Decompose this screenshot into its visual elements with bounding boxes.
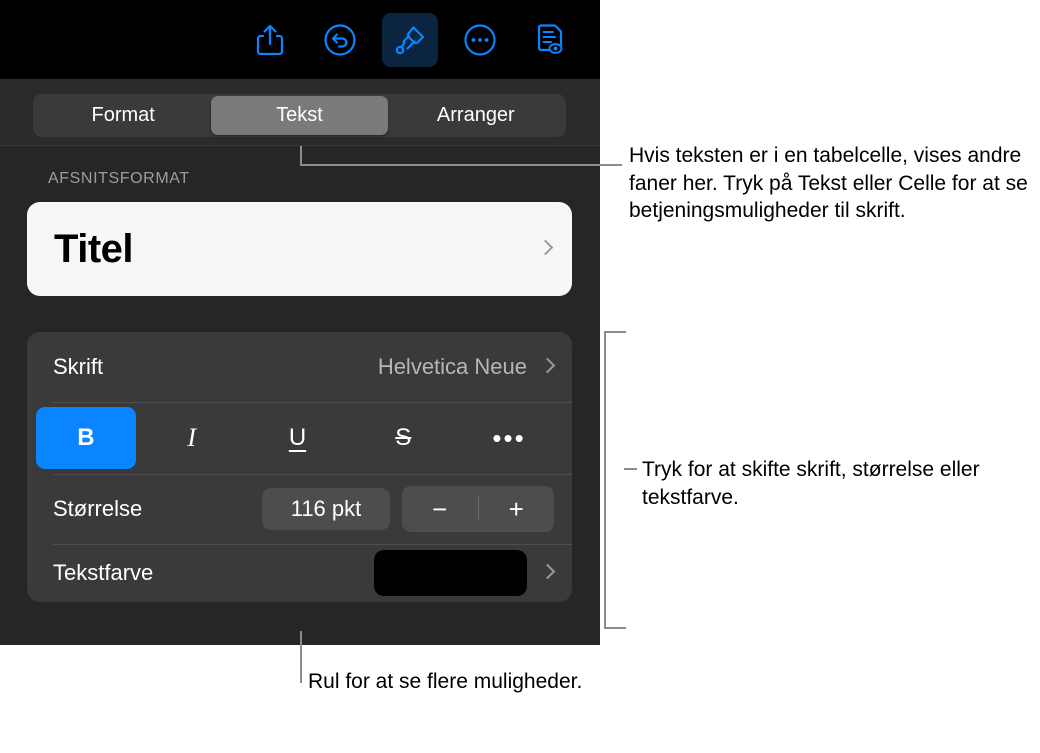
bold-glyph: B	[77, 424, 95, 451]
undo-icon[interactable]	[312, 13, 368, 67]
callout-leader-tabs-vertical	[300, 146, 302, 165]
paragraph-style-section-label: AFSNITSFORMAT	[48, 170, 190, 187]
font-size-field[interactable]: 116 pkt	[262, 488, 390, 530]
font-size-stepper: − +	[402, 486, 554, 532]
row-divider	[53, 474, 572, 475]
tab-bar: Format Tekst Arranger	[33, 94, 566, 137]
tab-arranger-label: Arranger	[436, 104, 515, 126]
tab-format[interactable]: Format	[35, 96, 211, 135]
underline-glyph: U	[288, 424, 307, 451]
chevron-right-icon	[541, 562, 554, 584]
more-icon[interactable]	[452, 13, 508, 67]
paragraph-style-name: Titel	[54, 226, 134, 271]
share-icon[interactable]	[242, 13, 298, 67]
text-color-swatch[interactable]	[374, 550, 527, 596]
callout-leader-tabs-horizontal	[300, 164, 622, 166]
callout-scroll-note: Rul for at se flere muligheder.	[308, 670, 583, 693]
font-value: Helvetica Neue	[377, 354, 527, 379]
row-divider	[53, 544, 572, 545]
top-toolbar	[0, 0, 600, 79]
italic-glyph: I	[187, 423, 197, 452]
font-row[interactable]: Skrift Helvetica Neue	[27, 332, 572, 402]
format-panel: Format Tekst Arranger AFSNITSFORMAT Tite…	[0, 0, 600, 645]
font-size-label: Størrelse	[53, 496, 143, 521]
font-label: Skrift	[53, 354, 104, 379]
italic-button[interactable]: I	[142, 407, 242, 469]
format-brush-icon[interactable]	[382, 12, 438, 67]
tab-format-label: Format	[91, 104, 155, 126]
callout-leader-scroll	[300, 631, 302, 683]
font-size-increment-button[interactable]: +	[479, 486, 555, 532]
callout-bracket-tick	[624, 468, 637, 470]
strikethrough-button[interactable]: S	[353, 407, 453, 469]
callout-tabs-note: Hvis teksten er i en tabelcelle, vises a…	[629, 144, 1028, 223]
underline-button[interactable]: U	[248, 407, 348, 469]
more-styles-button[interactable]: •••	[459, 407, 559, 469]
chevron-right-icon	[541, 356, 554, 378]
bold-button[interactable]: B	[36, 407, 136, 469]
text-color-label: Tekstfarve	[53, 560, 154, 585]
font-size-row: Størrelse 116 pkt − +	[27, 474, 572, 544]
document-preview-icon[interactable]	[522, 13, 578, 67]
callout-font-note: Tryk for at skifte skrift, størrelse ell…	[642, 458, 980, 509]
font-controls-card: Skrift Helvetica Neue B I U S ••• Større…	[27, 332, 572, 602]
paragraph-style-button[interactable]: Titel	[27, 202, 572, 296]
row-divider	[53, 402, 572, 403]
panel-body: AFSNITSFORMAT Titel Skrift Helvetica Neu…	[0, 146, 600, 645]
strikethrough-glyph: S	[395, 424, 412, 451]
font-size-decrement-button[interactable]: −	[402, 486, 478, 532]
ellipsis-icon: •••	[492, 422, 526, 453]
tab-tekst[interactable]: Tekst	[211, 96, 388, 135]
chevron-right-icon	[539, 238, 552, 260]
text-style-row: B I U S •••	[27, 402, 572, 474]
tab-tekst-label: Tekst	[276, 104, 323, 126]
text-color-row[interactable]: Tekstfarve	[27, 544, 572, 602]
callout-bracket-font-controls	[604, 331, 626, 629]
tab-arranger[interactable]: Arranger	[388, 96, 564, 135]
tab-bar-container: Format Tekst Arranger	[0, 79, 600, 145]
